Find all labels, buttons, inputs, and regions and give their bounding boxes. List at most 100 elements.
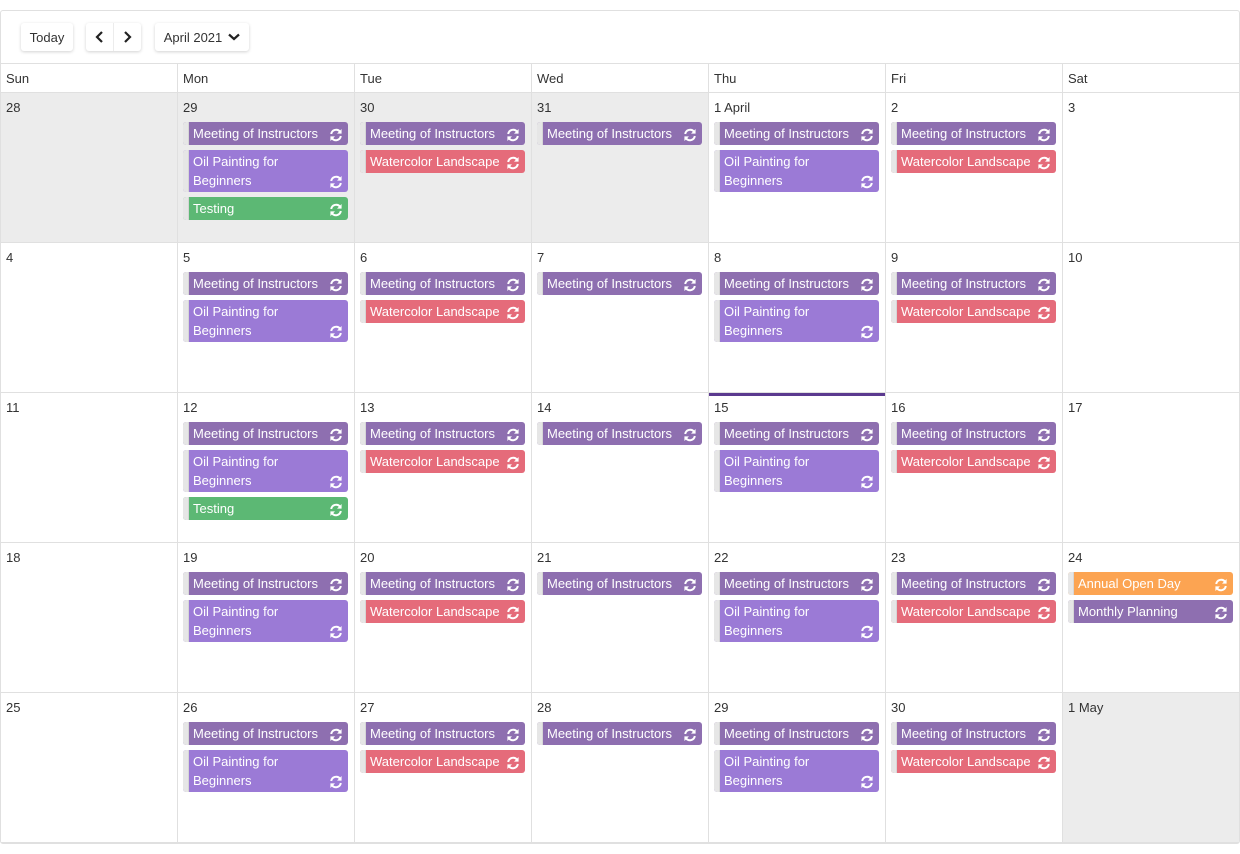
event-oil[interactable]: Oil Painting for Beginners <box>714 450 879 492</box>
event-meeting[interactable]: Meeting of Instructors <box>891 722 1056 745</box>
event-meeting[interactable]: Meeting of Instructors <box>360 722 525 745</box>
day-cell[interactable]: 27 Meeting of Instructors Watercolor Lands… <box>355 693 532 843</box>
event-meeting[interactable]: Meeting of Instructors <box>891 272 1056 295</box>
event-oil[interactable]: Oil Painting for Beginners <box>714 750 879 792</box>
day-number: 8 <box>714 250 722 265</box>
event-water[interactable]: Watercolor Landscape <box>891 150 1056 173</box>
event-meeting[interactable]: Meeting of Instructors <box>183 422 348 445</box>
event-meeting[interactable]: Meeting of Instructors <box>714 722 879 745</box>
day-cell[interactable]: 1 May <box>1063 693 1239 843</box>
event-oil[interactable]: Oil Painting for Beginners <box>183 150 348 192</box>
event-water[interactable]: Watercolor Landscape <box>891 750 1056 773</box>
event-meeting[interactable]: Meeting of Instructors <box>714 422 879 445</box>
event-meeting[interactable]: Meeting of Instructors <box>537 572 702 595</box>
event-oil[interactable]: Oil Painting for Beginners <box>714 300 879 342</box>
event-title: Oil Painting for Beginners <box>193 754 279 788</box>
day-cell[interactable]: 19 Meeting of Instructors Oil Painting for… <box>178 543 355 693</box>
day-cell[interactable]: 29 Meeting of Instructors Oil Painting for… <box>178 93 355 243</box>
event-water[interactable]: Watercolor Landscape <box>360 600 525 623</box>
event-meeting[interactable]: Meeting of Instructors <box>183 722 348 745</box>
day-cell[interactable]: 16 Meeting of Instructors Watercolor Lands… <box>886 393 1063 543</box>
event-water[interactable]: Watercolor Landscape <box>360 150 525 173</box>
day-cell[interactable]: 13 Meeting of Instructors Watercolor Lands… <box>355 393 532 543</box>
day-cell[interactable]: 9 Meeting of Instructors Watercolor Landsc… <box>886 243 1063 393</box>
day-cell[interactable]: 23 Meeting of Instructors Watercolor Lands… <box>886 543 1063 693</box>
event-oil[interactable]: Oil Painting for Beginners <box>714 600 879 642</box>
event-oil[interactable]: Oil Painting for Beginners <box>183 450 348 492</box>
day-cell[interactable]: 26 Meeting of Instructors Oil Painting for… <box>178 693 355 843</box>
day-cell[interactable]: 28 Meeting of Instructors <box>532 693 709 843</box>
day-number: 7 <box>537 250 545 265</box>
event-title: Meeting of Instructors <box>901 576 1026 591</box>
event-oil[interactable]: Oil Painting for Beginners <box>714 150 879 192</box>
event-oil[interactable]: Oil Painting for Beginners <box>183 750 348 792</box>
event-water[interactable]: Watercolor Landscape <box>360 450 525 473</box>
previous-button[interactable] <box>87 23 114 51</box>
day-cell[interactable]: 22 Meeting of Instructors Oil Painting for… <box>709 543 886 693</box>
event-oil[interactable]: Oil Painting for Beginners <box>183 600 348 642</box>
day-cell[interactable]: 6 Meeting of Instructors Watercolor Landsc… <box>355 243 532 393</box>
today-button[interactable]: Today <box>21 23 73 51</box>
recurrence-icon <box>507 728 519 742</box>
event-meeting[interactable]: Meeting of Instructors <box>183 122 348 145</box>
event-meeting[interactable]: Meeting of Instructors <box>891 422 1056 445</box>
scheduler-toolbar: Today April 2021 <box>1 11 1239 64</box>
month-selector-button[interactable]: April 2021 <box>155 23 249 51</box>
month-grid: 28 29 Meeting of Instructors Oil Painting f… <box>1 93 1239 843</box>
day-cell[interactable]: 25 <box>1 693 178 843</box>
event-annual[interactable]: Annual Open Day <box>1068 572 1233 595</box>
event-meeting[interactable]: Meeting of Instructors <box>360 572 525 595</box>
day-cell[interactable]: 30 Meeting of Instructors Watercolor Lands… <box>355 93 532 243</box>
event-water[interactable]: Watercolor Landscape <box>360 300 525 323</box>
day-cell[interactable]: 1 April Meeting of Instructors Oil Paintin… <box>709 93 886 243</box>
event-meeting[interactable]: Meeting of Instructors <box>537 272 702 295</box>
event-oil[interactable]: Oil Painting for Beginners <box>183 300 348 342</box>
day-number: 13 <box>360 400 375 415</box>
day-cell[interactable]: 31 Meeting of Instructors <box>532 93 709 243</box>
event-water[interactable]: Watercolor Landscape <box>360 750 525 773</box>
day-cell[interactable]: 5 Meeting of Instructors Oil Painting for … <box>178 243 355 393</box>
day-cell[interactable]: 12 Meeting of Instructors Oil Painting for… <box>178 393 355 543</box>
day-cell[interactable]: 3 <box>1063 93 1239 243</box>
day-cell[interactable]: 21 Meeting of Instructors <box>532 543 709 693</box>
event-meeting[interactable]: Meeting of Instructors <box>891 122 1056 145</box>
event-testing[interactable]: Testing <box>183 497 348 520</box>
scheduler: Today April 2021 Sun Mon Tue Wed Thu Fri Sat 2… <box>0 10 1240 844</box>
event-meeting[interactable]: Meeting of Instructors <box>891 572 1056 595</box>
event-meeting[interactable]: Meeting of Instructors <box>537 122 702 145</box>
day-cell[interactable]: 14 Meeting of Instructors <box>532 393 709 543</box>
event-title: Meeting of Instructors <box>724 726 849 741</box>
day-cell-today[interactable]: 15 Meeting of Instructors Oil Painting for… <box>709 393 886 543</box>
day-cell[interactable]: 28 <box>1 93 178 243</box>
event-meeting[interactable]: Meeting of Instructors <box>537 422 702 445</box>
event-monthly[interactable]: Monthly Planning <box>1068 600 1233 623</box>
event-meeting[interactable]: Meeting of Instructors <box>537 722 702 745</box>
event-meeting[interactable]: Meeting of Instructors <box>714 272 879 295</box>
event-meeting[interactable]: Meeting of Instructors <box>714 122 879 145</box>
event-meeting[interactable]: Meeting of Instructors <box>183 572 348 595</box>
day-cell[interactable]: 18 <box>1 543 178 693</box>
event-meeting[interactable]: Meeting of Instructors <box>360 272 525 295</box>
day-cell[interactable]: 8 Meeting of Instructors Oil Painting for … <box>709 243 886 393</box>
day-cell[interactable]: 2 Meeting of Instructors Watercolor Landsc… <box>886 93 1063 243</box>
day-cell[interactable]: 20 Meeting of Instructors Watercolor Lands… <box>355 543 532 693</box>
day-cell[interactable]: 11 <box>1 393 178 543</box>
event-meeting[interactable]: Meeting of Instructors <box>714 572 879 595</box>
day-cell[interactable]: 17 <box>1063 393 1239 543</box>
day-cell[interactable]: 10 <box>1063 243 1239 393</box>
event-water[interactable]: Watercolor Landscape <box>891 300 1056 323</box>
event-testing[interactable]: Testing <box>183 197 348 220</box>
day-cell[interactable]: 4 <box>1 243 178 393</box>
event-meeting[interactable]: Meeting of Instructors <box>183 272 348 295</box>
weekday-header-cell: Fri <box>886 64 1063 93</box>
day-cell[interactable]: 29 Meeting of Instructors Oil Painting for… <box>709 693 886 843</box>
day-cell[interactable]: 7 Meeting of Instructors <box>532 243 709 393</box>
event-title: Meeting of Instructors <box>547 576 672 591</box>
event-meeting[interactable]: Meeting of Instructors <box>360 422 525 445</box>
event-meeting[interactable]: Meeting of Instructors <box>360 122 525 145</box>
day-cell[interactable]: 30 Meeting of Instructors Watercolor Lands… <box>886 693 1063 843</box>
event-water[interactable]: Watercolor Landscape <box>891 600 1056 623</box>
day-cell[interactable]: 24 Annual Open Day Monthly Planning <box>1063 543 1239 693</box>
event-water[interactable]: Watercolor Landscape <box>891 450 1056 473</box>
next-button[interactable] <box>114 23 141 51</box>
